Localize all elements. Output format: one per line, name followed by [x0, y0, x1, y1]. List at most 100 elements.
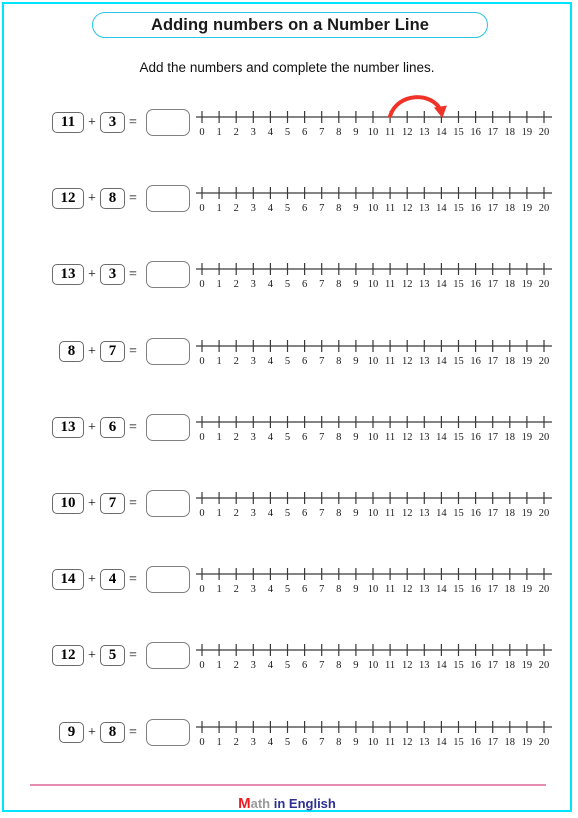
problem-row: 9 +8 = 0 1 2 3 4 5 6 7 8 9 10 11 12 13 14 15 16 17 18 19 20	[4, 718, 570, 782]
svg-text:9: 9	[353, 127, 358, 138]
svg-text:2: 2	[234, 584, 239, 595]
svg-text:11: 11	[385, 584, 395, 595]
svg-text:7: 7	[319, 203, 324, 214]
answer-box[interactable]	[146, 566, 190, 594]
svg-text:6: 6	[302, 356, 307, 367]
svg-text:12: 12	[402, 127, 413, 138]
svg-text:8: 8	[336, 127, 341, 138]
svg-text:14: 14	[436, 203, 447, 214]
svg-text:19: 19	[522, 508, 533, 519]
plus-sign: +	[88, 267, 96, 283]
svg-text:12: 12	[402, 584, 413, 595]
number-line: 0 1 2 3 4 5 6 7 8 9 10 11 12 13 14 15 16 17 18 19 20	[196, 716, 552, 750]
svg-text:5: 5	[285, 279, 290, 290]
number-line: 0 1 2 3 4 5 6 7 8 9 10 11 12 13 14 15 16 17 18 19 20	[196, 639, 552, 673]
svg-text:14: 14	[436, 737, 447, 748]
answer-box[interactable]	[146, 718, 190, 746]
answer-box[interactable]	[146, 109, 190, 136]
svg-text:8: 8	[336, 279, 341, 290]
svg-text:8: 8	[336, 584, 341, 595]
svg-text:6: 6	[302, 660, 307, 671]
number-line: 0 1 2 3 4 5 6 7 8 9 10 11 12 13 14 15 16 17 18 19 20	[196, 182, 552, 216]
svg-text:14: 14	[436, 660, 447, 671]
svg-text:11: 11	[385, 203, 395, 214]
plus-sign: +	[88, 496, 96, 511]
svg-text:10: 10	[368, 660, 379, 671]
svg-text:13: 13	[419, 737, 430, 748]
equals-sign: =	[129, 648, 137, 664]
svg-text:17: 17	[487, 508, 498, 519]
answer-box[interactable]	[146, 413, 190, 441]
svg-text:20: 20	[539, 660, 550, 671]
svg-text:16: 16	[470, 660, 481, 671]
svg-text:5: 5	[285, 508, 290, 519]
svg-text:1: 1	[216, 737, 221, 748]
svg-text:0: 0	[199, 660, 204, 671]
svg-text:1: 1	[216, 356, 221, 367]
svg-text:12: 12	[402, 737, 413, 748]
addend-a: 14	[52, 569, 84, 591]
answer-box[interactable]	[146, 337, 190, 365]
svg-text:15: 15	[453, 432, 464, 443]
svg-text:16: 16	[470, 584, 481, 595]
svg-text:5: 5	[285, 584, 290, 595]
answer-box[interactable]	[146, 185, 190, 213]
svg-text:20: 20	[539, 737, 550, 748]
problem-row: 8 +7 = 0 1 2 3 4 5 6 7 8 9 10 11 12 13 14 15 16 17 18 19 20	[4, 337, 570, 401]
svg-text:2: 2	[234, 432, 239, 443]
svg-text:18: 18	[505, 508, 516, 519]
svg-text:16: 16	[470, 737, 481, 748]
svg-text:12: 12	[402, 432, 413, 443]
svg-text:20: 20	[539, 279, 550, 290]
svg-text:6: 6	[302, 584, 307, 595]
svg-text:18: 18	[505, 432, 516, 443]
svg-text:1: 1	[216, 203, 221, 214]
svg-text:7: 7	[319, 508, 324, 519]
svg-text:1: 1	[216, 432, 221, 443]
addend-a: 12	[52, 645, 84, 667]
svg-text:3: 3	[251, 356, 256, 367]
footer-logo: Math in English	[4, 795, 570, 812]
svg-text:14: 14	[436, 432, 447, 443]
svg-text:18: 18	[505, 660, 516, 671]
answer-box[interactable]	[146, 642, 190, 670]
svg-text:3: 3	[251, 203, 256, 214]
addend-a: 13	[52, 416, 84, 438]
svg-text:2: 2	[234, 203, 239, 214]
svg-text:5: 5	[285, 127, 290, 138]
plus-sign: +	[88, 115, 96, 130]
svg-text:4: 4	[268, 279, 274, 290]
svg-text:4: 4	[268, 127, 274, 138]
svg-text:4: 4	[268, 737, 274, 748]
svg-text:9: 9	[353, 737, 358, 748]
equals-sign: =	[129, 191, 137, 207]
svg-text:5: 5	[285, 737, 290, 748]
problem-row: 12 +8 = 0 1 2 3 4 5 6 7 8 9 10 11 12 13 14 15 16 17 18 19 20	[4, 185, 570, 248]
svg-text:17: 17	[487, 203, 498, 214]
svg-text:8: 8	[336, 356, 341, 367]
svg-text:18: 18	[505, 356, 516, 367]
answer-box[interactable]	[146, 261, 190, 289]
svg-text:17: 17	[487, 737, 498, 748]
svg-text:20: 20	[539, 127, 550, 138]
addend-a: 12	[52, 188, 84, 210]
svg-text:11: 11	[385, 508, 395, 519]
svg-text:18: 18	[505, 279, 516, 290]
svg-text:16: 16	[470, 127, 481, 138]
svg-text:9: 9	[353, 584, 358, 595]
svg-text:9: 9	[353, 660, 358, 671]
equals-sign: =	[129, 724, 137, 740]
svg-text:1: 1	[216, 279, 221, 290]
addend-b: 8	[100, 188, 125, 210]
svg-text:11: 11	[385, 660, 395, 671]
answer-box[interactable]	[146, 490, 190, 517]
plus-sign: +	[88, 419, 96, 435]
svg-text:7: 7	[319, 432, 324, 443]
addend-b: 5	[100, 645, 125, 667]
svg-text:5: 5	[285, 203, 290, 214]
svg-text:3: 3	[251, 127, 256, 138]
svg-text:14: 14	[436, 584, 447, 595]
svg-text:3: 3	[251, 660, 256, 671]
svg-text:2: 2	[234, 737, 239, 748]
addend-b: 3	[100, 264, 125, 286]
